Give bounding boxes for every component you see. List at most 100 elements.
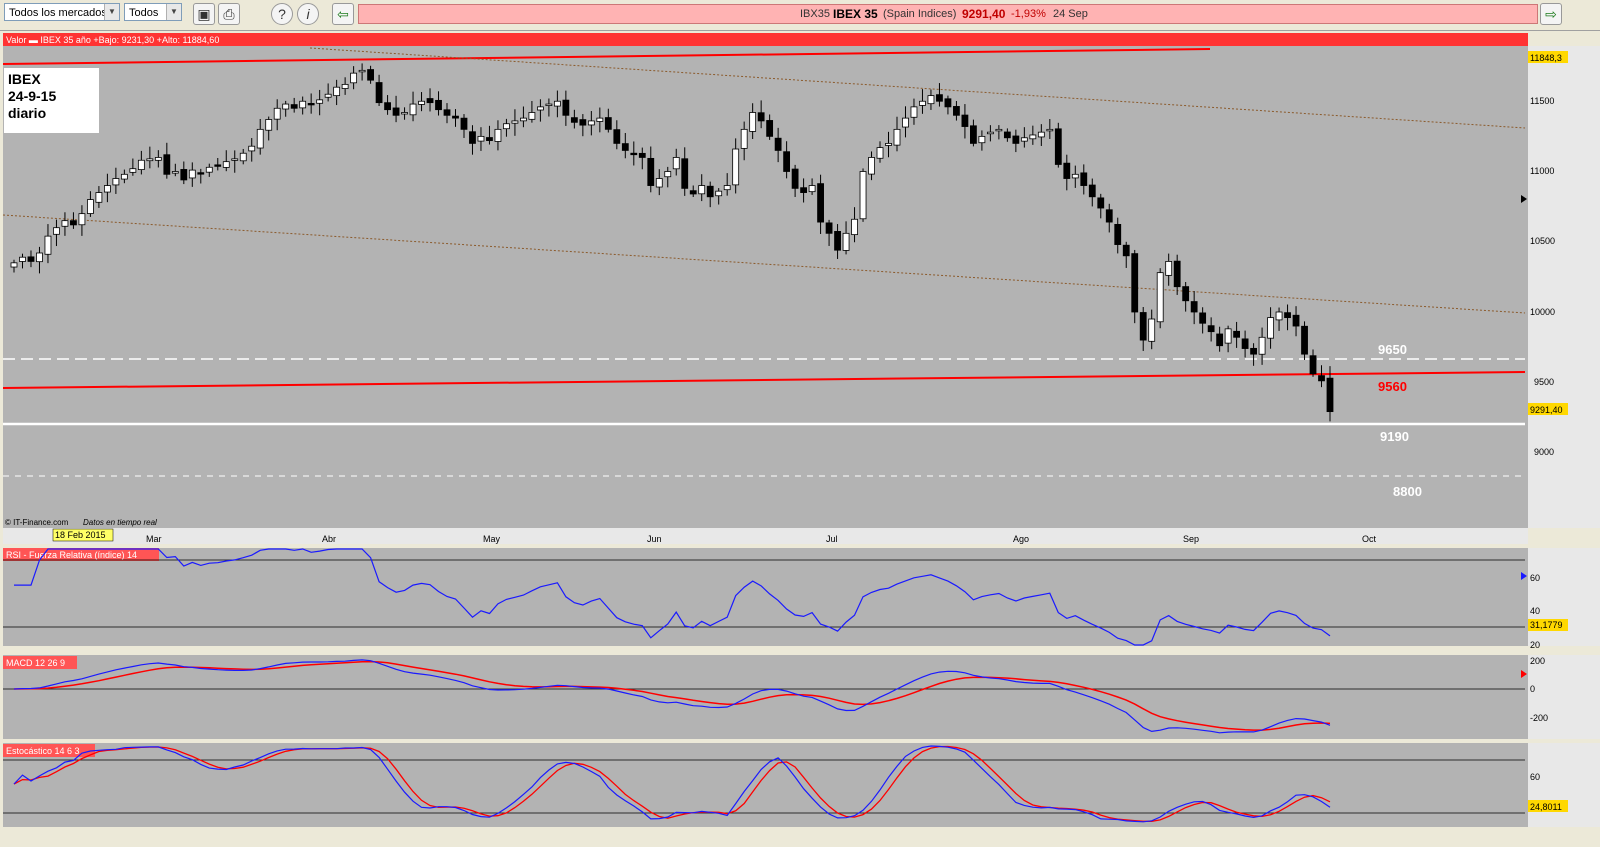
macd-title: MACD 12 26 9 xyxy=(6,658,65,668)
y-tick-9000: 9000 xyxy=(1534,447,1554,457)
candle xyxy=(248,145,256,152)
month-mar: Mar xyxy=(146,534,162,544)
candle xyxy=(868,157,875,175)
candle xyxy=(44,235,52,255)
candle xyxy=(231,158,239,161)
candle xyxy=(570,117,578,123)
candle xyxy=(876,147,884,159)
candle xyxy=(1318,375,1325,382)
candle xyxy=(426,98,434,104)
y-tick-10000: 10000 xyxy=(1530,307,1555,317)
candle xyxy=(112,178,120,186)
candle xyxy=(1233,330,1241,338)
candle xyxy=(740,128,748,149)
realtime-note: Datos en tiempo real xyxy=(83,518,157,527)
month-jun: Jun xyxy=(647,534,662,544)
y-tick-9500: 9500 xyxy=(1534,377,1554,387)
candle xyxy=(1139,312,1147,341)
candle xyxy=(188,169,196,179)
candle xyxy=(1301,325,1308,355)
candle xyxy=(511,120,519,124)
candle xyxy=(1148,318,1156,342)
candle xyxy=(239,152,247,162)
x-axis-bg xyxy=(3,528,1528,544)
price-tag-text: 9291,40 xyxy=(1530,405,1563,415)
macd-pane xyxy=(3,655,1528,739)
candle xyxy=(791,168,799,189)
candle xyxy=(171,171,179,174)
candle xyxy=(817,183,824,223)
candle xyxy=(392,107,400,116)
candle xyxy=(19,256,26,262)
candle xyxy=(766,120,774,137)
chart-area: Valor ▬ IBEX 35 año +Bajo: 9231,30 +Alto… xyxy=(2,33,1600,827)
candle xyxy=(936,94,943,102)
candle xyxy=(825,222,833,234)
candle xyxy=(443,109,451,116)
y-tick-11000: 11000 xyxy=(1530,166,1554,176)
candle xyxy=(129,168,137,173)
candle xyxy=(486,137,493,141)
candle xyxy=(273,107,281,120)
candle xyxy=(893,128,901,146)
candle xyxy=(154,157,162,161)
candle xyxy=(537,106,544,111)
rsi-tick-40: 40 xyxy=(1530,606,1540,616)
candle xyxy=(1131,253,1139,313)
candle xyxy=(222,161,230,168)
candle xyxy=(103,185,111,193)
candle xyxy=(1173,260,1181,288)
candle xyxy=(1267,317,1274,339)
level-label-9190: 9190 xyxy=(1380,429,1409,444)
candle xyxy=(885,142,892,146)
level-label-9560: 9560 xyxy=(1378,379,1407,394)
candle xyxy=(61,220,69,227)
candle xyxy=(1165,261,1173,276)
candle xyxy=(1012,135,1020,144)
candle xyxy=(528,112,536,120)
rsi-title: RSI - Fuerza Relativa (índice) 14 xyxy=(6,550,137,560)
candle xyxy=(800,187,807,193)
candle xyxy=(401,112,408,115)
candle xyxy=(706,185,714,198)
candle xyxy=(146,158,154,162)
rsi-value-tag-text: 31,1779 xyxy=(1530,620,1563,630)
candle xyxy=(367,69,374,81)
rsi-axis-bg xyxy=(1528,548,1600,646)
candle xyxy=(1054,128,1062,165)
candle xyxy=(1063,162,1071,179)
candle xyxy=(452,115,459,119)
month-oct: Oct xyxy=(1362,534,1377,544)
candle xyxy=(324,93,332,98)
macd-tick-neg200: -200 xyxy=(1530,713,1548,723)
candle xyxy=(384,102,391,111)
candle xyxy=(503,123,510,130)
candle xyxy=(494,128,502,142)
candle xyxy=(341,83,349,89)
candle xyxy=(205,166,213,173)
candle xyxy=(723,185,731,191)
candle xyxy=(358,69,366,73)
candle xyxy=(1156,272,1164,323)
stoch-tick-60: 60 xyxy=(1530,772,1540,782)
candle xyxy=(978,135,986,144)
candle xyxy=(36,252,43,263)
candle xyxy=(774,137,782,151)
candle xyxy=(681,158,689,189)
candle xyxy=(672,157,680,170)
candle xyxy=(851,218,858,236)
candle xyxy=(953,106,960,116)
candle xyxy=(910,106,918,118)
macd-axis-bg xyxy=(1528,655,1600,739)
candle xyxy=(333,86,341,97)
candle xyxy=(715,190,723,197)
watermark: © IT-Finance.com xyxy=(5,518,69,527)
candle xyxy=(655,178,663,188)
candle xyxy=(299,100,307,109)
candle xyxy=(1216,333,1224,347)
candle xyxy=(197,172,205,175)
candle xyxy=(290,104,298,109)
candle xyxy=(842,232,850,251)
candle xyxy=(1250,347,1257,355)
candle xyxy=(409,103,417,116)
